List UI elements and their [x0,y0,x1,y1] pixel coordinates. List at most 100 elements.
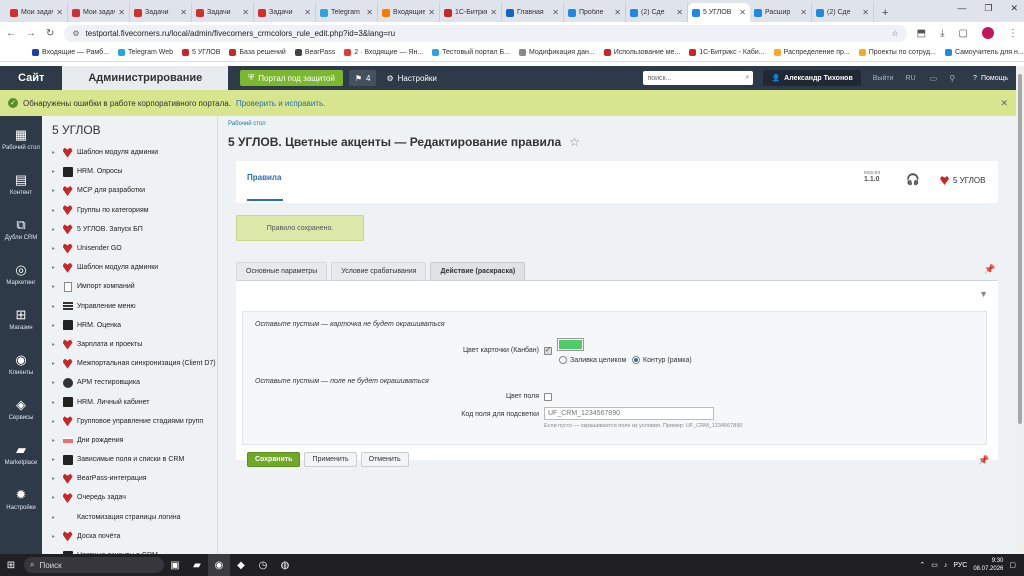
bookmark-item[interactable]: База решений [229,49,286,56]
language-select[interactable]: RU [906,75,916,82]
tree-item[interactable]: ▸ Шаблон модуля админки [42,143,217,162]
expand-arrow-icon[interactable]: ▸ [52,207,58,214]
portal-protection-button[interactable]: ⛨ Портал под защитой [240,70,343,86]
explorer-icon[interactable]: ▰ [186,554,208,576]
browser-tab[interactable]: Главная ✕ [502,3,564,22]
tree-item[interactable]: ▸ Зависимые поля и списки в CRM [42,450,217,469]
panel-icon[interactable]: ▭ [930,74,938,83]
minimize-icon[interactable]: — [957,3,966,14]
tree-item[interactable]: ▸ Unisender GO [42,239,217,258]
chrome-icon[interactable]: ◉ [208,554,230,576]
browser-tab[interactable]: Пробле ✕ [564,3,626,22]
expand-arrow-icon[interactable]: ▸ [52,303,58,310]
forward-icon[interactable]: → [26,28,36,39]
iconbar-item[interactable]: ▦ Рабочий стол [0,116,42,161]
chevron-up-icon[interactable]: ⌃ [919,561,925,569]
tree-item[interactable]: ▸ Шаблон модуля админки [42,258,217,277]
expand-arrow-icon[interactable]: ▸ [52,149,58,156]
admin-search-input[interactable]: поиск... ⌕ [643,71,754,85]
edit-tab[interactable]: Действие (раскраска) [430,262,526,280]
tab-close-icon[interactable]: ✕ [428,8,435,17]
favorite-star-icon[interactable]: ☆ [569,135,580,149]
app2-icon[interactable]: ◍ [274,554,296,576]
tree-item[interactable]: ▸ Группы по категориям [42,201,217,220]
fill-radio[interactable]: Заливка целиком [559,356,626,364]
expand-arrow-icon[interactable]: ▸ [52,360,58,367]
tree-item[interactable]: ▸Цветные акценты в CRM [42,546,217,554]
download-icon[interactable]: ⤓ [940,28,944,39]
site-info-icon[interactable]: ⚙ [72,29,79,38]
browser-tab[interactable]: (2) Сде ✕ [812,3,874,22]
iconbar-item[interactable]: ▤ Контент [0,161,42,206]
pin-icon[interactable]: 📌 [984,264,995,275]
bookmark-star-icon[interactable]: ☆ [892,29,899,38]
browser-tab[interactable]: (2) Сде ✕ [626,3,688,22]
iconbar-item[interactable]: ▰ Marketplace [0,431,42,476]
tree-item[interactable]: ▸ Кастомизация страницы логина [42,508,217,527]
sidepanel-icon[interactable]: ▢ [959,28,968,39]
expand-arrow-icon[interactable]: ▸ [52,456,58,463]
fill-radio-circle[interactable] [559,356,567,364]
field-code-input[interactable] [544,407,714,420]
expand-arrow-icon[interactable]: ▸ [52,168,58,175]
browser-tab[interactable]: Задачи ✕ [130,3,192,22]
input-language[interactable]: РУС [953,562,967,569]
browser-tab[interactable]: Мои задачи✕ [6,3,68,22]
browser-tab[interactable]: Задачи ✕ [192,3,254,22]
breadcrumb[interactable]: Рабочий стол [228,121,266,127]
tree-item[interactable]: ▸ АРМ тестировщика [42,373,217,392]
tab-close-icon[interactable]: ✕ [800,8,807,17]
expand-arrow-icon[interactable]: ▸ [52,533,58,540]
windows-start-icon[interactable]: ⊞ [0,560,22,571]
expand-arrow-icon[interactable]: ▸ [52,341,58,348]
fix-errors-link[interactable]: Проверить и исправить. [236,99,325,108]
browser-tab[interactable]: Задачи ✕ [254,3,316,22]
iconbar-item[interactable]: ◉ Клиенты [0,341,42,386]
menu-icon[interactable]: ⋮ [1008,28,1018,39]
expand-arrow-icon[interactable]: ▸ [52,399,58,406]
bookmark-item[interactable]: Проекты по сотруд... [858,49,936,56]
browser-tab[interactable]: Telegram ✕ [316,3,378,22]
edit-tab[interactable]: Условие срабатывания [331,262,427,280]
pin-icon[interactable]: ⚲ [949,74,955,83]
iconbar-item[interactable]: ◎ Маркетинг [0,251,42,296]
tree-item[interactable]: ▸ Управление меню [42,297,217,316]
expand-arrow-icon[interactable]: ▸ [52,514,58,521]
tree-item[interactable]: ▸ Импорт компаний [42,277,217,296]
tab-close-icon[interactable]: ✕ [118,8,125,17]
browser-tab[interactable]: 5 УГЛОВ ✕ [688,3,750,22]
profile-avatar[interactable] [982,27,994,39]
close-icon[interactable]: ✕ [1000,98,1008,109]
tree-item[interactable]: ▸ Групповое управление стадиями групп [42,412,217,431]
tab-close-icon[interactable]: ✕ [180,8,187,17]
app-icon[interactable]: ◆ [230,554,252,576]
maximize-icon[interactable]: ❐ [984,3,992,14]
browser-tab[interactable]: Входящие ✕ [378,3,440,22]
volume-icon[interactable]: ♪ [944,562,948,569]
bookmark-item[interactable]: 5 УГЛОВ [182,49,220,56]
headphones-icon[interactable]: 🎧 [906,173,920,186]
task-view-icon[interactable]: ▣ [164,554,186,576]
bookmark-item[interactable]: Модификация дан... [518,49,595,56]
tree-item[interactable]: ▸ Межпортальная синхронизация (Client D7) [42,354,217,373]
card-color-swatch[interactable] [557,338,584,351]
expand-arrow-icon[interactable]: ▸ [52,226,58,233]
scrollbar-thumb[interactable] [1018,74,1022,424]
save-button[interactable]: Сохранить [247,452,301,467]
tab-close-icon[interactable]: ✕ [552,8,559,17]
chevron-down-icon[interactable]: ▼ [979,289,988,299]
expand-arrow-icon[interactable]: ▸ [52,187,58,194]
cancel-button[interactable]: Отменить [360,452,409,467]
clock-app-icon[interactable]: ◷ [252,554,274,576]
expand-arrow-icon[interactable]: ▸ [52,245,58,252]
bookmark-item[interactable]: BearPass [294,49,335,56]
site-tab[interactable]: Сайт [0,66,63,90]
network-icon[interactable]: ▭ [931,561,938,569]
tree-item[interactable]: ▸ Очередь задач [42,488,217,507]
browser-tab[interactable]: Мои задачи✕ [68,3,130,22]
brand-link[interactable]: 5 УГЛОВ [940,176,985,185]
admin-tab[interactable]: Администрирование [62,66,229,90]
notifications-button[interactable]: ⚑ 4 [348,70,377,86]
iconbar-item[interactable]: ⧉ Дубли CRM [0,206,42,251]
rules-tab[interactable]: Правила [247,173,281,182]
